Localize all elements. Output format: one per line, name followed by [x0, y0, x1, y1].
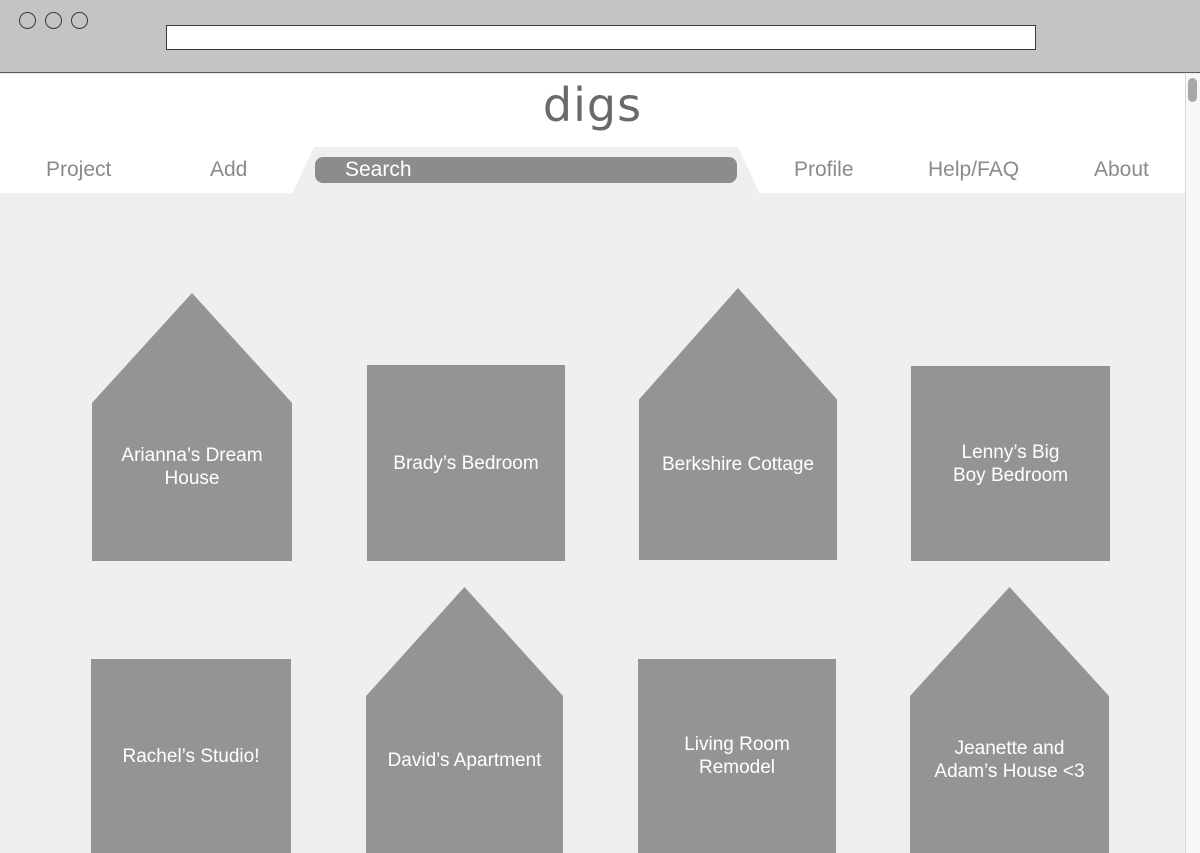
nav-about[interactable]: About — [1094, 158, 1149, 182]
browser-chrome — [0, 0, 1200, 73]
project-card-label: Lenny’s Big Boy Bedroom — [952, 441, 1069, 486]
project-card[interactable]: Arianna’s Dream House — [92, 293, 292, 561]
nav-help[interactable]: Help/FAQ — [928, 158, 1019, 182]
project-card[interactable]: Rachel’s Studio! — [91, 659, 291, 853]
project-card-label: Berkshire Cottage — [661, 453, 815, 475]
digs-logo[interactable]: digs — [0, 78, 1185, 132]
project-card-label: Rachel’s Studio! — [122, 745, 260, 767]
window-close-button[interactable] — [19, 12, 36, 29]
window-maximize-button[interactable] — [71, 12, 88, 29]
search-input[interactable]: Search — [315, 157, 737, 183]
project-card-label: David’s Apartment — [387, 749, 542, 771]
project-card[interactable]: Brady’s Bedroom — [367, 365, 565, 561]
nav-project[interactable]: Project — [46, 158, 111, 182]
project-card[interactable]: David’s Apartment — [366, 587, 563, 853]
nav-profile[interactable]: Profile — [794, 158, 854, 182]
window-minimize-button[interactable] — [45, 12, 62, 29]
project-card[interactable]: Jeanette and Adam’s House <3 — [910, 587, 1109, 853]
url-bar[interactable] — [166, 25, 1036, 50]
project-card[interactable]: Lenny’s Big Boy Bedroom — [911, 366, 1110, 561]
project-card-label: Brady’s Bedroom — [393, 452, 539, 474]
project-card-label: Living Room Remodel — [684, 734, 790, 778]
scrollbar-thumb[interactable] — [1188, 78, 1197, 102]
project-card-label: Arianna’s Dream House — [121, 445, 263, 489]
nav-add[interactable]: Add — [210, 158, 247, 182]
project-card-label: Jeanette and Adam’s House <3 — [934, 738, 1085, 782]
scrollbar-track[interactable] — [1185, 74, 1200, 853]
search-label: Search — [345, 158, 412, 181]
project-card[interactable]: Living Room Remodel — [638, 659, 836, 853]
project-card[interactable]: Berkshire Cottage — [639, 288, 837, 560]
